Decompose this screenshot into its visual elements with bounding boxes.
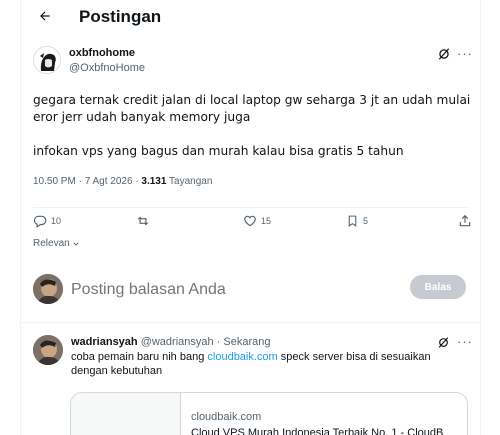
sort-label: Relevan [33, 238, 70, 249]
divider [33, 207, 469, 208]
grok-icon[interactable] [437, 336, 450, 349]
link-card[interactable]: cloudbaik.com Cloud VPS Murah Indonesia … [70, 392, 468, 435]
reply-input[interactable] [71, 281, 371, 299]
user-avatar-image [33, 274, 63, 304]
post-text-1: gegara ternak credit jalan di local lapt… [33, 93, 471, 124]
comment-icon [33, 215, 47, 228]
action-bar: 10 15 5 [33, 214, 472, 234]
repost-icon [137, 216, 149, 226]
views-label: Tayangan [166, 176, 213, 187]
reply-author-handle[interactable]: @wadriansyah · Sekarang [138, 336, 271, 348]
avatar[interactable] [33, 274, 63, 304]
reply-button[interactable]: 10 [33, 214, 61, 228]
link-card-title: Cloud VPS Murah Indonesia Terbaik No. 1 … [191, 427, 444, 435]
grok-icon[interactable] [437, 47, 451, 61]
post-page: Postingan oxbfnohome @OxbfnoHome ··· geg… [20, 0, 482, 435]
link-card-thumbnail [71, 393, 181, 435]
arrow-left-icon [40, 11, 50, 21]
more-icon[interactable]: ··· [457, 46, 473, 61]
reply-body: coba pemain baru nih bang cloudbaik.com … [71, 350, 469, 378]
views-count: 3.131 [141, 176, 167, 187]
bookmark-count: 5 [363, 216, 369, 226]
author-name[interactable]: oxbfnohome [69, 47, 135, 59]
sort-dropdown[interactable]: Relevan [33, 238, 80, 249]
avatar[interactable] [33, 335, 63, 365]
author-handle[interactable]: @OxbfnoHome [69, 62, 145, 74]
repost-button[interactable] [135, 214, 155, 228]
reply-link[interactable]: cloudbaik.com [207, 351, 277, 363]
page-title: Postingan [79, 7, 162, 26]
post-text-2: infokan vps yang bagus dan murah kalau b… [33, 144, 404, 158]
avatar-image [34, 47, 60, 73]
like-button[interactable]: 15 [243, 214, 271, 228]
reply-author-name[interactable]: wadriansyah [71, 336, 138, 348]
reply-composer: Balas [21, 264, 480, 314]
more-icon[interactable]: ··· [457, 334, 473, 349]
reply-submit-button[interactable]: Balas [410, 275, 466, 299]
bookmark-icon [348, 215, 357, 227]
post-time[interactable]: 10.50 PM · 7 Agt 2026 · [33, 176, 141, 187]
heart-icon [244, 215, 256, 227]
reply-text-before: coba pemain baru nih bang [71, 351, 208, 363]
share-icon [459, 214, 471, 227]
post-meta: 10.50 PM · 7 Agt 2026 · 3.131 Tayangan [33, 176, 212, 187]
reply-count: 10 [51, 216, 62, 226]
like-count: 15 [261, 216, 272, 226]
back-button[interactable] [35, 6, 55, 26]
post-body: gegara ternak credit jalan di local lapt… [33, 92, 473, 177]
reply-avatar-image [33, 335, 63, 365]
link-card-domain: cloudbaik.com [191, 411, 262, 423]
bookmark-button[interactable]: 5 [346, 214, 368, 228]
share-button[interactable] [458, 214, 472, 228]
divider [21, 322, 482, 323]
avatar[interactable] [33, 46, 61, 74]
top-bar: Postingan [21, 0, 480, 36]
chevron-down-icon [73, 241, 79, 246]
reply-header: wadriansyah @wadriansyah · Sekarang [71, 336, 270, 348]
